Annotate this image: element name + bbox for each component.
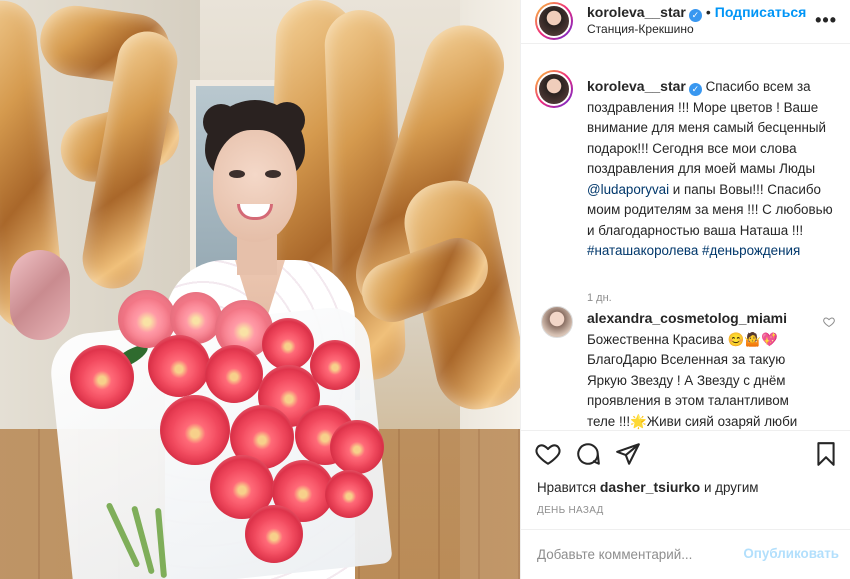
caption-mention[interactable]: @ludaporyvai [587, 182, 669, 197]
peony-flower [310, 340, 360, 390]
post-header: koroleva__star ✓ • Подписаться Станция-Крек… [521, 0, 850, 44]
comment-like-heart-icon[interactable] [823, 316, 835, 328]
follow-button[interactable]: Подписаться [715, 4, 807, 20]
post-sidebar: koroleva__star ✓ • Подписаться Станция-Крек… [520, 0, 850, 579]
hair-bun-right [269, 102, 305, 138]
comment-text: alexandra_cosmetolog_miami Божественна К… [587, 308, 817, 430]
instagram-post: koroleva__star ✓ • Подписаться Станция-Крек… [0, 0, 850, 579]
peony-flower [262, 318, 314, 370]
verified-badge-icon: ✓ [688, 83, 702, 96]
caption-text: koroleva__star ✓ Спасибо всем за поздравл… [587, 76, 835, 262]
caption-username[interactable]: koroleva__star [587, 78, 686, 94]
peony-flower [330, 420, 384, 474]
face [213, 130, 297, 242]
peony-flower [325, 470, 373, 518]
separator-dot: • [705, 4, 711, 20]
comments-panel[interactable]: koroleva__star ✓ Спасибо всем за поздравл… [521, 44, 850, 430]
bookmark-icon[interactable] [813, 441, 841, 469]
header-user-line: koroleva__star ✓ • Подписаться [587, 4, 806, 22]
comment-icon[interactable] [575, 441, 603, 469]
publish-button[interactable]: Опубликовать [743, 546, 839, 561]
commenter-avatar[interactable] [541, 306, 573, 338]
eye-left [229, 170, 245, 178]
likes-line: Нравится dasher_tsiurko и другим [537, 479, 759, 495]
heart-icon[interactable] [535, 441, 563, 469]
peony-flower [245, 505, 303, 563]
likes-prefix: Нравится [537, 480, 597, 495]
caption-author-avatar[interactable] [535, 70, 573, 108]
post-photo[interactable] [0, 0, 520, 579]
peony-flower [70, 345, 134, 409]
actions-section: Нравится dasher_tsiurko и другим ДЕНЬ НА… [521, 430, 850, 579]
add-comment-bar: Опубликовать [521, 529, 850, 579]
author-avatar[interactable] [535, 2, 573, 40]
comment-input[interactable] [537, 544, 737, 564]
author-username[interactable]: koroleva__star [587, 4, 686, 20]
share-icon[interactable] [615, 441, 643, 469]
pink-heart-balloon [10, 250, 70, 340]
caption-time[interactable]: 1 дн. [587, 292, 612, 304]
likes-user[interactable]: dasher_tsiurko [600, 479, 700, 495]
eye-right [265, 170, 281, 178]
verified-badge-icon: ✓ [688, 9, 702, 22]
commenter-username[interactable]: alexandra_cosmetolog_miami [587, 310, 787, 326]
more-horizontal-icon[interactable]: ••• [815, 10, 837, 31]
post-date[interactable]: ДЕНЬ НАЗАД [537, 505, 604, 516]
post-location[interactable]: Станция-Крекшино [587, 22, 694, 36]
likes-suffix[interactable]: и другим [704, 480, 759, 495]
smile [237, 204, 273, 220]
peony-flower [160, 395, 230, 465]
peony-flower [148, 335, 210, 397]
comment-body: Божественна Красива 😊🤷💖 БлагоДарю Вселен… [587, 331, 798, 429]
peony-flower [205, 345, 263, 403]
caption-hashtags[interactable]: #наташакоролева #деньрождения [587, 243, 800, 258]
